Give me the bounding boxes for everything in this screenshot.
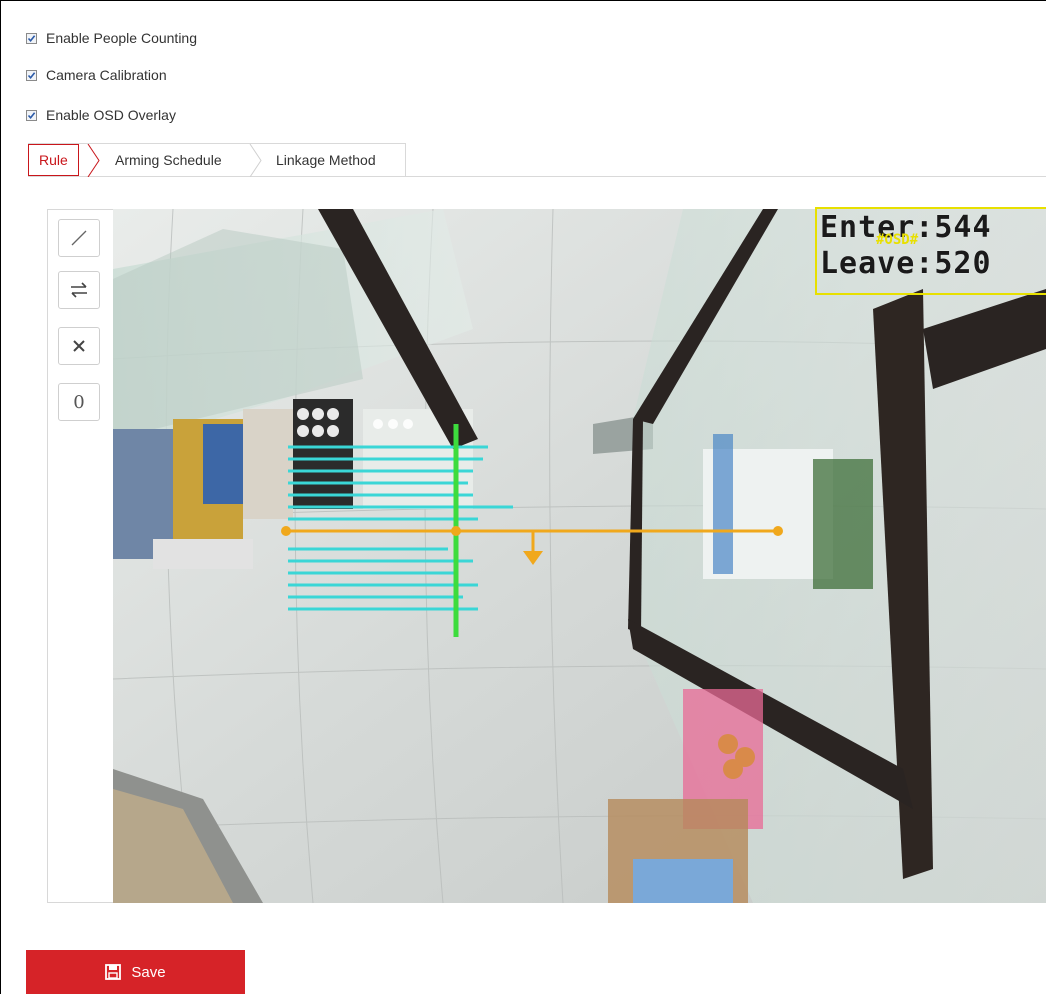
save-label: Save <box>131 963 166 981</box>
camera-calibration-label: Camera Calibration <box>46 67 167 83</box>
osd-overlay-checkbox[interactable] <box>26 109 37 121</box>
osd-leave-count: Leave:520 <box>820 246 992 281</box>
config-tabs: Rule Arming Schedule Linkage Method <box>28 143 1046 177</box>
line-icon <box>71 230 87 246</box>
camera-calibration-checkbox[interactable] <box>26 69 37 81</box>
window-border-left <box>0 0 1 994</box>
tab-arming-schedule[interactable]: Arming Schedule <box>115 144 222 176</box>
close-icon <box>73 340 85 352</box>
swap-direction-icon <box>71 282 87 298</box>
tab-separator-icon <box>249 144 262 177</box>
camera-image <box>113 209 1046 903</box>
save-icon <box>105 964 122 980</box>
reset-count-button[interactable]: 0 <box>58 383 100 421</box>
camera-live-view[interactable] <box>113 209 1046 903</box>
save-button[interactable]: Save <box>26 950 245 994</box>
tab-rule[interactable]: Rule <box>28 144 79 176</box>
enable-people-counting-option[interactable]: Enable People Counting <box>26 30 197 46</box>
draw-line-button[interactable] <box>58 219 100 257</box>
tab-separator-icon <box>87 144 100 177</box>
osd-tag: #OSD# <box>876 232 919 248</box>
tabs-divider <box>28 176 1046 177</box>
window-border-top <box>0 0 1046 1</box>
switch-direction-button[interactable] <box>58 271 100 309</box>
tab-linkage-method[interactable]: Linkage Method <box>276 144 376 176</box>
enable-osd-overlay-option[interactable]: Enable OSD Overlay <box>26 107 176 123</box>
people-counting-label: Enable People Counting <box>46 30 198 46</box>
tab-strip: Rule Arming Schedule Linkage Method <box>28 143 406 177</box>
reset-count-label: 0 <box>73 391 85 413</box>
delete-line-button[interactable] <box>58 327 100 365</box>
osd-overlay-label: Enable OSD Overlay <box>46 107 176 123</box>
camera-calibration-option[interactable]: Camera Calibration <box>26 67 167 83</box>
people-counting-checkbox[interactable] <box>26 32 37 44</box>
